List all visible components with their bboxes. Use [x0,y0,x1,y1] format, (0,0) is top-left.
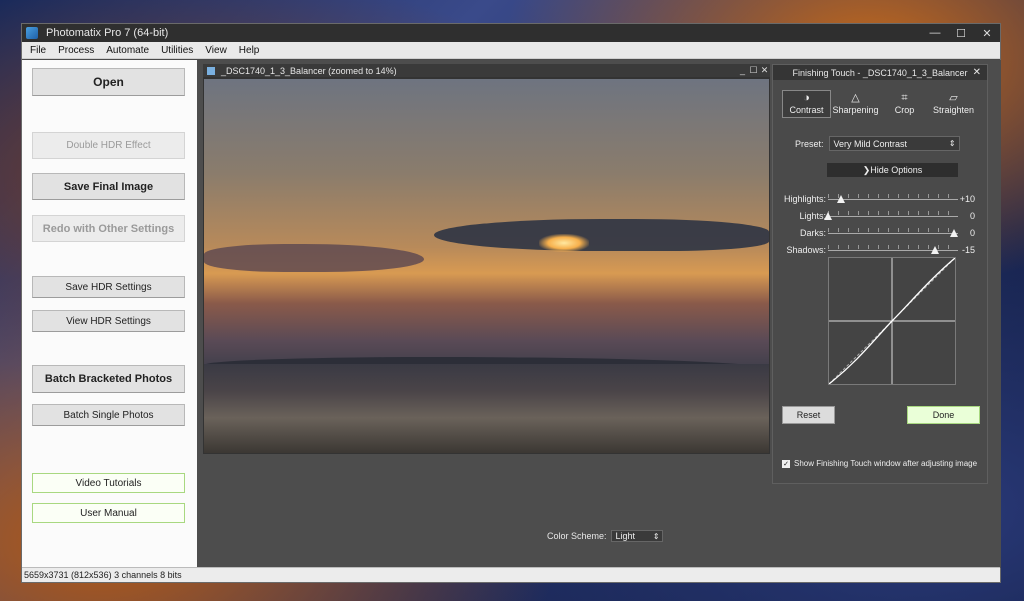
checkbox-icon[interactable]: ✓ [782,459,790,468]
show-finishing-touch-option[interactable]: ✓ Show Finishing Touch window after adju… [782,459,977,468]
color-scheme-label: Color Scheme: [547,531,607,541]
menu-process[interactable]: Process [58,45,94,56]
double-hdr-button[interactable]: Double HDR Effect [32,132,185,159]
slider-value: 0 [969,228,975,238]
image-window-title: _DSC1740_1_3_Balancer (zoomed to 14%) [221,65,397,76]
slider-thumb[interactable] [824,212,832,220]
tone-curve[interactable] [828,257,956,385]
finishing-touch-panel: Finishing Touch - _DSC1740_1_3_Balancer … [772,64,988,484]
sunset-photo [204,79,769,453]
color-scheme-control: Color Scheme: Light ⇕ [547,530,663,542]
redo-settings-button[interactable]: Redo with Other Settings [32,215,185,242]
reset-button[interactable]: Reset [782,406,835,424]
tone-curve-graph [828,257,956,385]
tab-contrast[interactable]: ◑ Contrast [782,90,831,118]
color-scheme-select[interactable]: Light ⇕ [610,530,663,542]
straighten-icon: ▱ [949,92,958,104]
highlights-slider[interactable]: Highlights: +10 [781,193,981,207]
tab-label: Crop [894,105,915,115]
menu-utilities[interactable]: Utilities [161,45,193,56]
lights-slider[interactable]: Lights: 0 [781,210,981,224]
save-hdr-settings-button[interactable]: Save HDR Settings [32,276,185,298]
menu-help[interactable]: Help [239,45,260,56]
tab-label: Sharpening [832,105,879,115]
finishing-touch-titlebar: Finishing Touch - _DSC1740_1_3_Balancer … [773,65,987,80]
finishing-touch-title: Finishing Touch - _DSC1740_1_3_Balancer [792,67,968,78]
slider-label: Lights: [799,211,826,221]
tab-label: Straighten [932,105,975,115]
title-bar: Photomatix Pro 7 (64-bit) — ☐ ✕ [22,24,1000,42]
app-window: Photomatix Pro 7 (64-bit) — ☐ ✕ File Pro… [21,23,1001,583]
spinner-icon: ⇕ [652,531,660,541]
slider-thumb[interactable] [931,246,940,254]
save-final-image-button[interactable]: Save Final Image [32,173,185,200]
spinner-icon: ⇕ [948,139,956,148]
image-maximize-icon[interactable]: ☐ [748,65,759,76]
preset-control: Preset: Very Mild Contrast ⇕ [795,136,960,151]
hide-options-button[interactable]: ❯Hide Options [827,163,958,177]
image-close-icon[interactable]: ✕ [759,65,770,76]
tab-label: Contrast [789,105,824,115]
view-hdr-settings-button[interactable]: View HDR Settings [32,310,185,332]
color-scheme-value: Light [615,531,636,541]
open-button[interactable]: Open [32,68,185,96]
video-tutorials-button[interactable]: Video Tutorials [32,473,185,493]
menu-file[interactable]: File [30,45,46,56]
slider-thumb[interactable] [836,195,845,203]
menu-view[interactable]: View [205,45,227,56]
window-title: Photomatix Pro 7 (64-bit) [46,27,169,39]
tab-straighten[interactable]: ▱ Straighten [929,90,978,118]
image-window-titlebar: _DSC1740_1_3_Balancer (zoomed to 14%) _ … [203,64,770,77]
sharpening-icon: △ [851,92,860,104]
image-minimize-icon[interactable]: _ [737,65,748,76]
user-manual-button[interactable]: User Manual [32,503,185,523]
maximize-icon[interactable]: ☐ [948,27,974,40]
status-text: 5659x3731 (812x536) 3 channels 8 bits [24,570,182,580]
status-bar: 5659x3731 (812x536) 3 channels 8 bits [22,567,1000,582]
shadows-slider[interactable]: Shadows: -15 [781,244,981,258]
image-window: _DSC1740_1_3_Balancer (zoomed to 14%) _ … [203,64,770,454]
slider-value: -15 [961,245,975,255]
slider-value: +10 [959,194,975,204]
slider-thumb[interactable] [950,229,958,237]
done-button[interactable]: Done [907,406,980,424]
slider-value: 0 [969,211,975,221]
preset-value: Very Mild Contrast [833,138,908,149]
batch-single-button[interactable]: Batch Single Photos [32,404,185,426]
close-icon[interactable]: ✕ [974,27,1000,40]
contrast-icon: ◑ [803,92,810,104]
left-panel: Open Double HDR Effect Save Final Image … [22,60,197,568]
darks-slider[interactable]: Darks: 0 [781,227,981,241]
crop-icon: ⌗ [901,92,908,104]
slider-label: Highlights: [783,194,826,204]
slider-label: Shadows: [786,245,826,255]
menu-automate[interactable]: Automate [106,45,149,56]
checkbox-label: Show Finishing Touch window after adjust… [794,459,978,468]
app-icon [26,27,38,39]
finishing-touch-tabs: ◑ Contrast △ Sharpening ⌗ Crop ▱ Straigh… [782,90,978,118]
tab-crop[interactable]: ⌗ Crop [880,90,929,118]
slider-label: Darks: [799,228,826,238]
tab-sharpening[interactable]: △ Sharpening [831,90,880,118]
close-icon[interactable]: ✕ [973,67,981,78]
minimize-icon[interactable]: — [922,27,948,40]
preset-label: Preset: [795,138,824,149]
menu-bar: File Process Automate Utilities View Hel… [22,42,1000,59]
preset-select[interactable]: Very Mild Contrast ⇕ [828,136,960,151]
batch-bracketed-button[interactable]: Batch Bracketed Photos [32,365,185,393]
image-icon [207,66,215,75]
